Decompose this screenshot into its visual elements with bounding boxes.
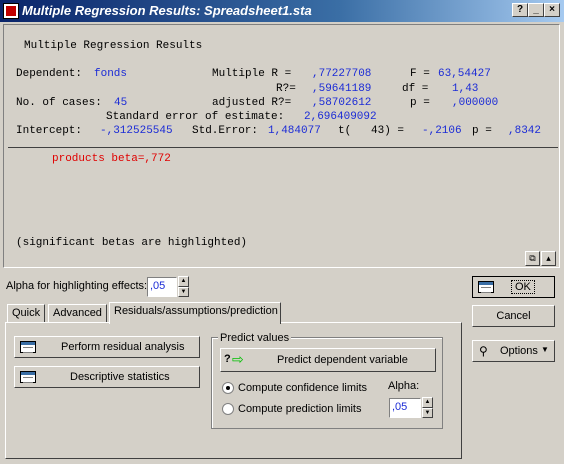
descriptive-statistics-button[interactable]: Descriptive statistics <box>14 366 200 388</box>
p2-label: p = <box>472 125 492 137</box>
alpha-highlight-input[interactable]: ,05 <box>147 277 177 297</box>
spin-up-icon[interactable]: ▲ <box>178 276 189 287</box>
std-err-est-value: 2,696409092 <box>304 111 377 123</box>
predict-dependent-variable-button[interactable]: ? ⇨ Predict dependent variable <box>220 348 436 372</box>
options-button[interactable]: ⚲ Options ▼ <box>472 340 555 362</box>
tab-quick[interactable]: Quick <box>7 304 46 323</box>
multiple-r-label: Multiple R = <box>212 68 292 80</box>
dependent-label: Dependent: <box>16 68 83 80</box>
alpha-highlight-spinner[interactable]: ▲ ▼ <box>178 276 189 297</box>
options-icon: ⚲ <box>479 344 488 358</box>
alpha-input[interactable]: ,05 <box>389 398 421 418</box>
table-icon <box>20 371 36 383</box>
std-error-label: Std.Error: <box>192 125 259 137</box>
df-label: df = <box>402 83 429 95</box>
confidence-limits-radio[interactable] <box>222 382 234 394</box>
beta-line: products beta=,772 <box>52 153 171 165</box>
intercept-label: Intercept: <box>16 125 83 137</box>
options-label: Options <box>500 345 538 357</box>
f-value: 63,54427 <box>438 68 491 80</box>
r2-value: ,59641189 <box>312 83 372 95</box>
question-icon: ? <box>224 353 231 365</box>
tab-advanced[interactable]: Advanced <box>48 304 107 323</box>
spin-down-icon[interactable]: ▼ <box>178 286 189 297</box>
intercept-value: -,312525545 <box>100 125 173 137</box>
perform-residual-analysis-button[interactable]: Perform residual analysis <box>14 336 200 358</box>
p-label: p = <box>410 97 430 109</box>
window-title: Multiple Regression Results: Spreadsheet… <box>22 3 312 18</box>
p-value: ,000000 <box>452 97 499 109</box>
spin-down-icon[interactable]: ▼ <box>422 407 433 418</box>
footnote: (significant betas are highlighted) <box>16 237 248 249</box>
adj-r2-label: adjusted R?= <box>212 97 292 109</box>
df-value: 1,43 <box>452 83 479 95</box>
tab-residuals[interactable]: Residuals/assumptions/prediction <box>109 302 281 324</box>
residual-label: Perform residual analysis <box>61 341 185 353</box>
minimize-button[interactable]: _ <box>528 3 544 17</box>
results-heading: Multiple Regression Results <box>24 40 203 52</box>
predict-values-title: Predict values <box>218 332 292 344</box>
cases-value: 45 <box>114 97 128 109</box>
std-error-value: 1,484077 <box>268 125 321 137</box>
table-icon <box>20 341 36 353</box>
help-button[interactable]: ? <box>512 3 528 17</box>
expand-icon[interactable]: ▴ <box>541 251 556 266</box>
r2-label: R?= <box>276 83 296 95</box>
multiple-r-value: ,77227708 <box>312 68 372 80</box>
prediction-limits-label: Compute prediction limits <box>238 403 362 415</box>
predict-label: Predict dependent variable <box>277 354 408 366</box>
prediction-limits-radio[interactable] <box>222 403 234 415</box>
results-output-panel: Multiple Regression Results Dependent: f… <box>3 24 560 268</box>
alpha-label: Alpha: <box>388 380 420 392</box>
alpha-highlight-label: Alpha for highlighting effects: <box>6 280 148 292</box>
confidence-limits-label: Compute confidence limits <box>238 382 368 394</box>
arrow-right-icon: ⇨ <box>232 351 244 367</box>
alpha-spinner[interactable]: ▲ ▼ <box>422 397 433 418</box>
adj-r2-value: ,58702612 <box>312 97 372 109</box>
ok-label: OK <box>511 280 535 294</box>
copy-icon[interactable]: ⧉ <box>525 251 540 266</box>
grid-icon <box>478 281 494 293</box>
chevron-down-icon: ▼ <box>541 345 549 354</box>
std-err-est-label: Standard error of estimate: <box>106 111 285 123</box>
t-value: -,2106 <box>422 125 462 137</box>
title-bar[interactable]: Multiple Regression Results: Spreadsheet… <box>0 0 564 22</box>
dependent-value: fonds <box>94 68 128 80</box>
f-label: F = <box>410 68 430 80</box>
t-label: t( 43) = <box>338 125 405 137</box>
cases-label: No. of cases: <box>16 97 102 109</box>
descriptive-label: Descriptive statistics <box>70 371 170 383</box>
output-divider <box>8 147 558 148</box>
app-icon <box>3 3 19 19</box>
close-button[interactable]: × <box>544 3 560 17</box>
spin-up-icon[interactable]: ▲ <box>422 397 433 408</box>
p2-value: ,8342 <box>508 125 542 137</box>
ok-button[interactable]: OK <box>472 276 555 298</box>
cancel-button[interactable]: Cancel <box>472 305 555 327</box>
